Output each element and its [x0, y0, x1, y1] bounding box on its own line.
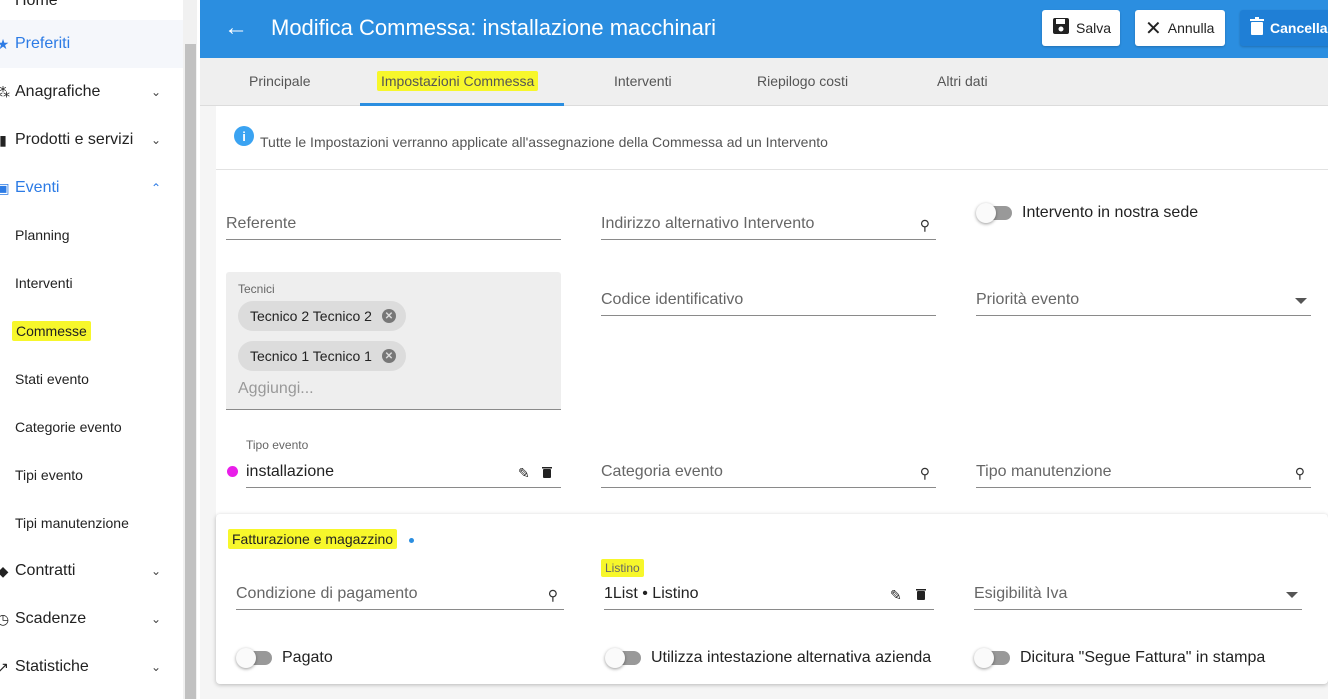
tecnici-field[interactable]: Tecnici Tecnico 2 Tecnico 2 ✕ Tecnico 1 …	[226, 272, 561, 410]
listino-field[interactable]: Listino 1List • Listino ✎	[601, 559, 934, 610]
chevron-up-icon: ⌃	[151, 181, 162, 195]
info-message: Tutte le Impostazioni verranno applicate…	[260, 134, 828, 150]
sidebar-subitem-categorie-evento[interactable]: Categorie evento	[15, 419, 122, 435]
remove-chip-icon[interactable]: ✕	[381, 309, 396, 323]
codice-field[interactable]: Codice identificativo	[601, 286, 936, 316]
in-sede-toggle[interactable]: Intervento in nostra sede	[976, 203, 1198, 223]
intestazione-toggle[interactable]: Utilizza intestazione alternativa aziend…	[605, 648, 931, 668]
categoria-evento-field[interactable]: Categoria evento ⚲	[601, 458, 936, 488]
close-icon: ✕	[1145, 17, 1162, 40]
trend-icon: ↗	[0, 658, 9, 675]
tag-icon: ◆	[0, 562, 9, 579]
toggle-switch[interactable]	[236, 648, 272, 668]
search-icon[interactable]: ⚲	[1295, 465, 1305, 482]
search-icon[interactable]: ⚲	[548, 587, 558, 604]
sidebar-item-anagrafiche[interactable]: ⁂ Anagrafiche ⌄	[0, 68, 183, 116]
trash-icon	[1250, 16, 1264, 40]
chevron-down-icon: ⌄	[151, 85, 162, 99]
indirizzo-field[interactable]: Indirizzo alternativo Intervento ⚲	[601, 210, 936, 240]
save-button[interactable]: Salva	[1042, 10, 1120, 46]
tab-principale[interactable]: Principale	[249, 73, 310, 89]
clock-icon: ◷	[0, 610, 10, 627]
referente-field[interactable]: Referente	[226, 210, 561, 240]
tipo-manutenzione-field[interactable]: Tipo manutenzione ⚲	[976, 458, 1311, 488]
tecnico-chip[interactable]: Tecnico 1 Tecnico 1 ✕	[238, 341, 406, 371]
remove-chip-icon[interactable]: ✕	[381, 349, 396, 363]
sidebar-subitem-planning[interactable]: Planning	[15, 227, 70, 243]
tab-bar: Principale Impostazioni Commessa Interve…	[200, 58, 1328, 106]
page-title: Modifica Commessa: installazione macchin…	[271, 15, 717, 40]
tipo-evento-field[interactable]: Tipo evento installazione ✎	[246, 438, 561, 488]
divider	[216, 169, 1328, 170]
box-icon: ▮	[0, 131, 7, 148]
sidebar-item-scadenze[interactable]: ◷ Scadenze ⌄	[0, 595, 183, 643]
tab-riepilogo-costi[interactable]: Riepilogo costi	[757, 73, 848, 89]
sidebar-item-statistiche[interactable]: ↗ Statistiche ⌄	[0, 643, 183, 691]
dropdown-caret-icon	[1286, 592, 1298, 598]
people-icon: ⁂	[0, 84, 10, 100]
info-icon: i	[234, 126, 254, 146]
sidebar-subitem-stati-evento[interactable]: Stati evento	[15, 371, 89, 387]
main-content: i Tutte le Impostazioni verranno applica…	[200, 106, 1328, 699]
top-bar: ← Modifica Commessa: installazione macch…	[200, 0, 1328, 58]
status-dot	[409, 538, 414, 543]
trash-icon[interactable]	[916, 587, 926, 603]
sidebar-scrollbar[interactable]	[183, 0, 197, 699]
sidebar-subitem-interventi[interactable]: Interventi	[15, 275, 73, 291]
sidebar-item-prodotti[interactable]: ▮ Prodotti e servizi ⌄	[0, 116, 183, 164]
sidebar: Home ★ Preferiti ⁂ Anagrafiche ⌄ ▮ Prodo…	[0, 0, 183, 699]
chevron-down-icon: ⌄	[151, 612, 162, 626]
search-icon[interactable]: ⚲	[920, 217, 930, 234]
back-arrow-icon[interactable]: ←	[224, 14, 248, 42]
card-title: Fatturazione e magazzino	[228, 529, 398, 549]
sidebar-subitem-commesse[interactable]: Commesse	[12, 321, 91, 341]
tab-altri-dati[interactable]: Altri dati	[937, 73, 988, 89]
sidebar-item-preferiti[interactable]: ★ Preferiti	[0, 20, 183, 68]
star-icon: ★	[0, 35, 10, 52]
trash-icon[interactable]	[542, 465, 552, 481]
pencil-icon[interactable]: ✎	[518, 465, 530, 482]
condizione-pagamento-field[interactable]: Condizione di pagamento ⚲	[236, 580, 564, 610]
sidebar-item-eventi[interactable]: ▣ Eventi ⌃	[0, 164, 183, 212]
toggle-switch[interactable]	[974, 648, 1010, 668]
floppy-icon	[1052, 17, 1070, 40]
tab-interventi[interactable]: Interventi	[614, 73, 672, 89]
tecnico-chip[interactable]: Tecnico 2 Tecnico 2 ✕	[238, 301, 406, 331]
sidebar-item-contratti[interactable]: ◆ Contratti ⌄	[0, 547, 183, 595]
fatturazione-card: Fatturazione e magazzino Condizione di p…	[216, 514, 1328, 684]
esigibilita-iva-select[interactable]: Esigibilità Iva	[974, 580, 1302, 610]
dicitura-toggle[interactable]: Dicitura "Segue Fattura" in stampa	[974, 648, 1265, 668]
sidebar-subitem-tipi-evento[interactable]: Tipi evento	[15, 467, 83, 483]
pagato-toggle[interactable]: Pagato	[236, 648, 333, 668]
priorita-select[interactable]: Priorità evento	[976, 286, 1311, 316]
event-color-dot	[227, 466, 238, 477]
dropdown-caret-icon	[1295, 298, 1307, 304]
delete-button[interactable]: Cancella	[1240, 10, 1328, 46]
tab-impostazioni-commessa[interactable]: Impostazioni Commessa	[377, 71, 539, 91]
calendar-icon: ▣	[0, 179, 10, 196]
toggle-switch[interactable]	[976, 203, 1012, 223]
toggle-switch[interactable]	[605, 648, 641, 668]
pencil-icon[interactable]: ✎	[890, 587, 902, 604]
chevron-down-icon: ⌄	[151, 133, 162, 147]
sidebar-item-home[interactable]: Home	[15, 0, 58, 10]
sidebar-subitem-tipi-manutenzione[interactable]: Tipi manutenzione	[15, 515, 129, 531]
add-tecnico-input[interactable]: Aggiungi...	[238, 380, 314, 398]
chevron-down-icon: ⌄	[151, 660, 162, 674]
search-icon[interactable]: ⚲	[920, 465, 930, 482]
cancel-button[interactable]: ✕ Annulla	[1135, 10, 1225, 46]
scrollbar-thumb[interactable]	[185, 44, 196, 699]
chevron-down-icon: ⌄	[151, 564, 162, 578]
